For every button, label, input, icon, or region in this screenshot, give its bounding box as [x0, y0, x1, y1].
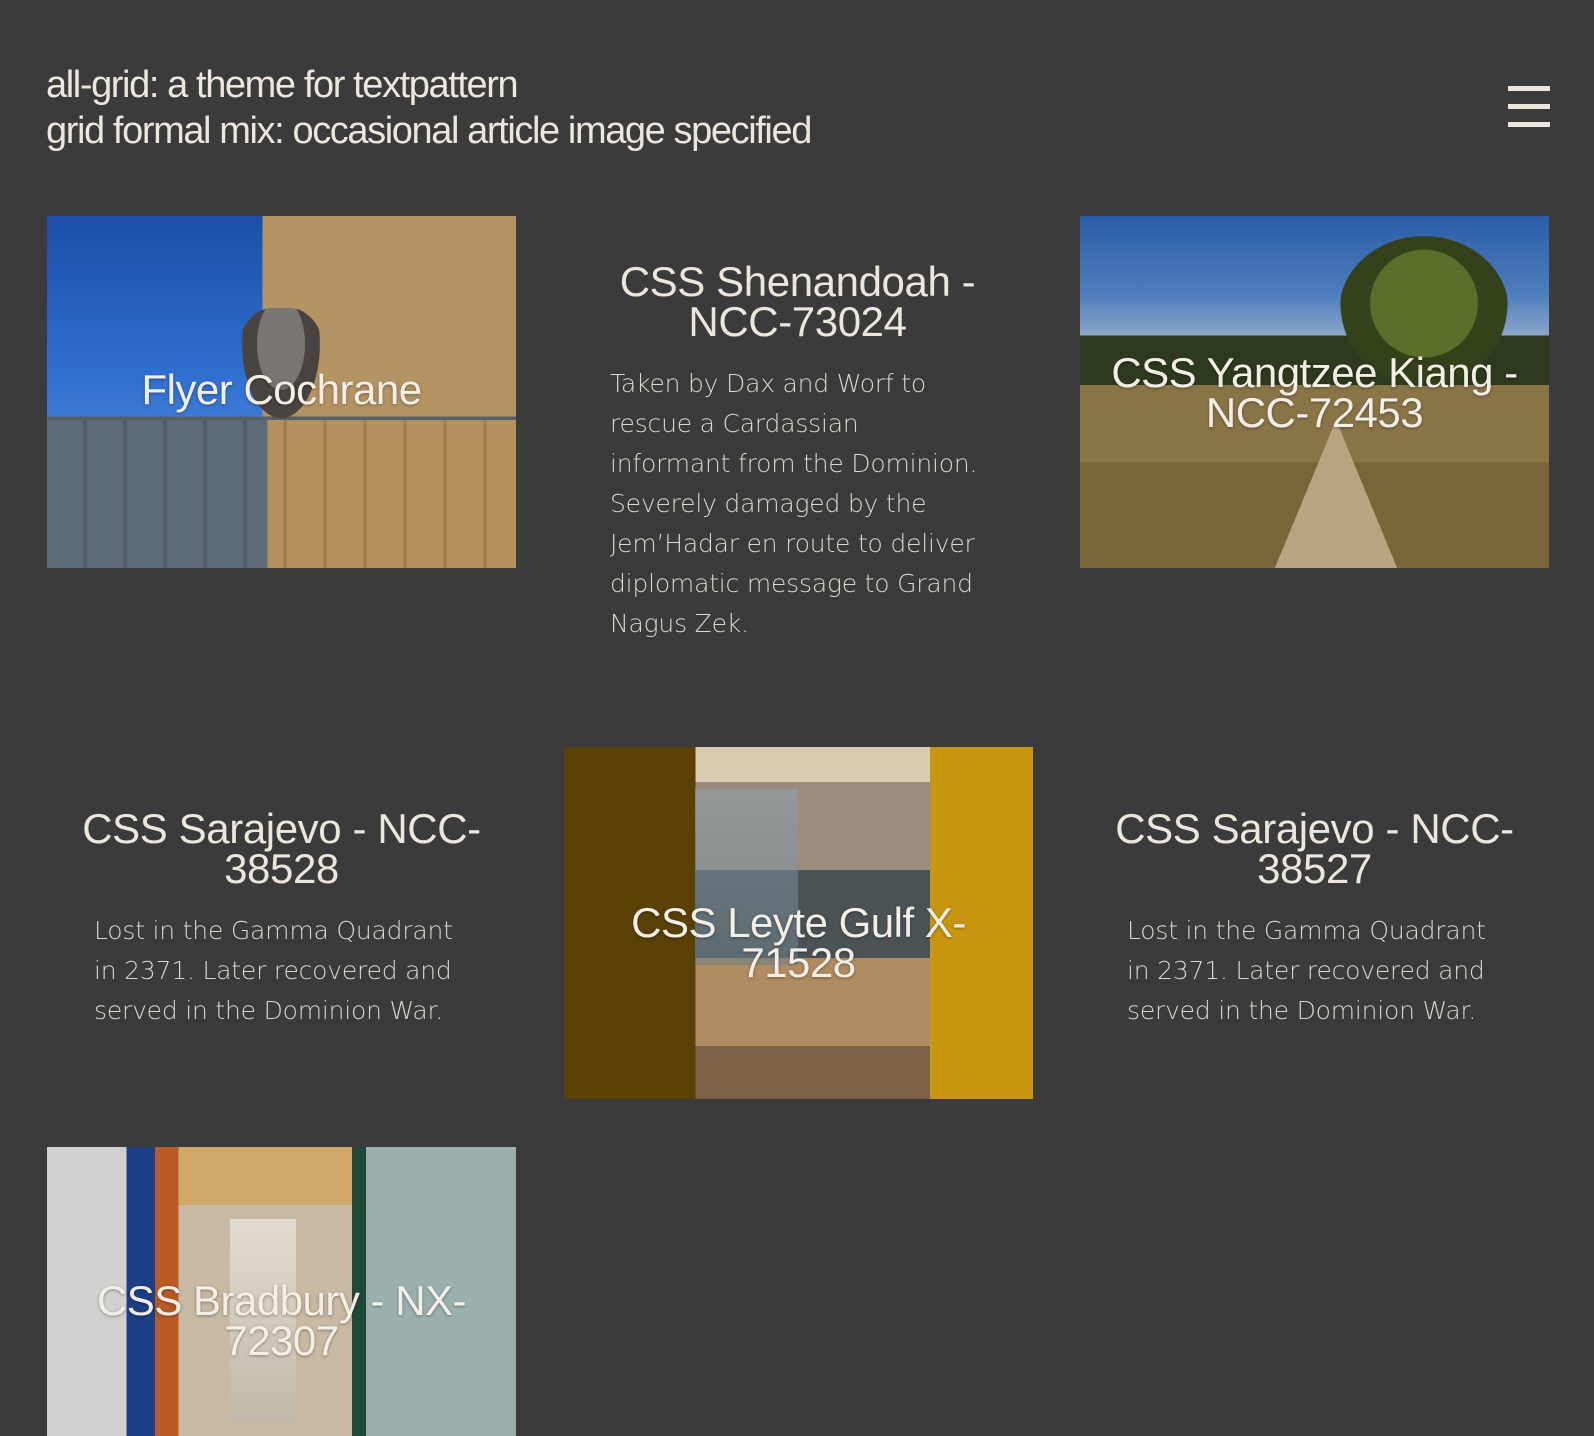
- article-excerpt: Lost in the Gamma Quadrant in 2371. Late…: [94, 916, 453, 1025]
- article-title[interactable]: Flyer Cochrane: [47, 369, 516, 411]
- article-card-bradbury[interactable]: CSS Bradbury - NX-72307: [47, 1147, 516, 1436]
- article-card-shenandoah: CSS Shenandoah - NCC-73024 Taken by Dax …: [563, 261, 1032, 644]
- article-card-yangtzee-kiang[interactable]: CSS Yangtzee Kiang - NCC-72453: [1080, 216, 1549, 568]
- hamburger-menu-icon[interactable]: [1508, 86, 1550, 128]
- article-card-sarajevo-38528: CSS Sarajevo - NCC-38528 Lost in the Gam…: [47, 808, 516, 1031]
- article-excerpt: Lost in the Gamma Quadrant in 2371. Late…: [1127, 916, 1486, 1025]
- article-card-leyte-gulf[interactable]: CSS Leyte Gulf X-71528: [564, 747, 1033, 1099]
- article-title[interactable]: CSS Leyte Gulf X-71528: [564, 902, 1033, 984]
- menu-bar: [1508, 122, 1550, 127]
- article-title[interactable]: CSS Sarajevo - NCC-38528: [47, 808, 516, 890]
- article-card-sarajevo-38527: CSS Sarajevo - NCC-38527 Lost in the Gam…: [1080, 808, 1549, 1031]
- article-card-flyer-cochrane[interactable]: Flyer Cochrane: [47, 216, 516, 568]
- article-excerpt: Taken by Dax and Worf to rescue a Cardas…: [610, 369, 978, 638]
- article-title[interactable]: CSS Shenandoah - NCC-73024: [563, 261, 1032, 343]
- menu-bar: [1508, 104, 1550, 109]
- article-title[interactable]: CSS Yangtzee Kiang - NCC-72453: [1080, 352, 1549, 434]
- site-subtitle: grid formal mix: occasional article imag…: [46, 110, 812, 152]
- menu-bar: [1508, 86, 1550, 91]
- site-branding: all-grid: a theme for textpattern grid f…: [46, 62, 1046, 154]
- article-title[interactable]: CSS Sarajevo - NCC-38527: [1080, 808, 1549, 890]
- article-title[interactable]: CSS Bradbury - NX-72307: [47, 1280, 516, 1362]
- site-title[interactable]: all-grid: a theme for textpattern: [46, 62, 1046, 108]
